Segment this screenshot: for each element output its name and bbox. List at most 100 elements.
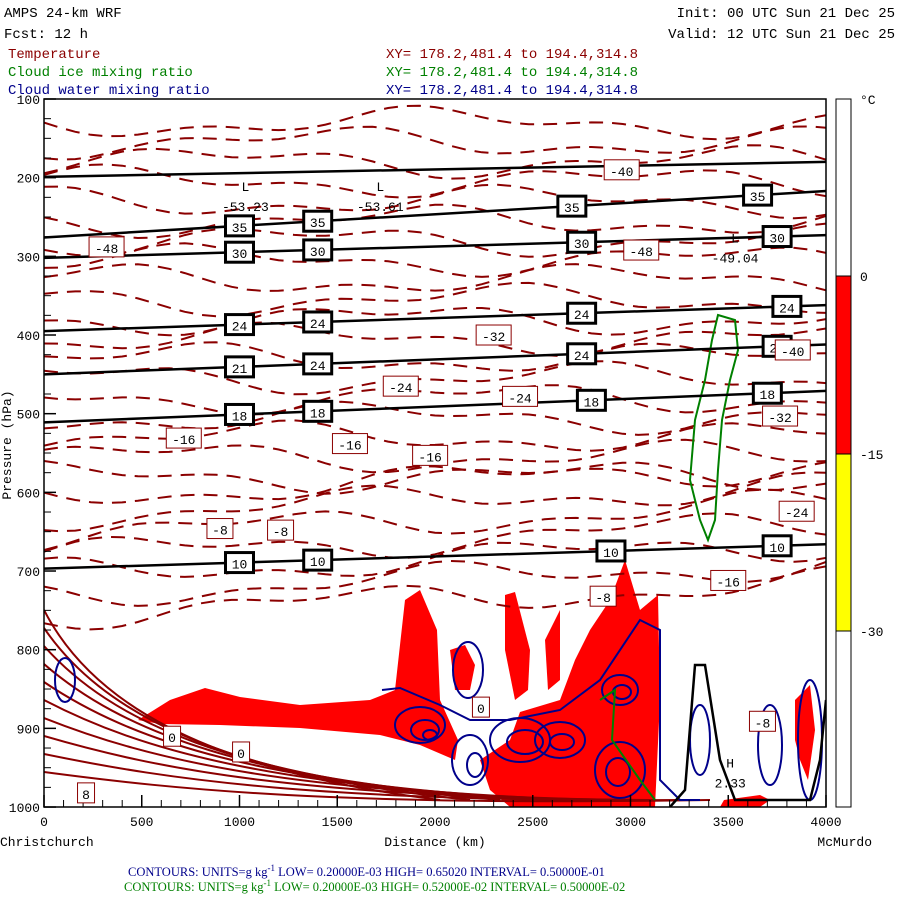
y-tick-label: 900: [17, 722, 40, 737]
x-tick-label: 1500: [322, 815, 353, 830]
isoline-label: 10: [595, 539, 627, 563]
temperature-label: -8: [273, 525, 289, 540]
temperature-label: -48: [630, 245, 653, 260]
valid-time: Valid: 12 UTC Sun 21 Dec 25: [668, 27, 895, 43]
x-tick-label: 1000: [224, 815, 255, 830]
isoline-label-text: 30: [232, 247, 248, 262]
isoline-5: [44, 389, 826, 424]
isoline-label-text: 24: [779, 301, 795, 316]
xy-temperature: XY= 178.2,481.4 to 194.4,314.8: [386, 47, 638, 63]
extremum-h-marker: H: [726, 756, 734, 771]
temperature-label: -24: [389, 381, 413, 396]
temperature-label: -24: [508, 391, 532, 406]
x-tick-label: 3500: [713, 815, 744, 830]
isoline-label: 21: [224, 355, 255, 379]
isoline-label-text: 10: [769, 541, 785, 556]
isoline-label-text: 30: [769, 232, 785, 247]
temperature-label: -48: [95, 242, 118, 257]
temperature-label: -32: [768, 411, 791, 426]
x-tick-label: 3000: [615, 815, 646, 830]
isoline-label: 35: [742, 183, 774, 207]
temperature-label: -8: [595, 591, 611, 606]
y-tick-label: 1000: [9, 801, 40, 816]
isoline-label-text: 18: [310, 406, 326, 421]
isoline-label-text: 18: [760, 388, 776, 403]
isoline-label: 10: [224, 551, 255, 575]
isoline-label-text: 24: [232, 320, 248, 335]
x-tick-label: 4000: [810, 815, 841, 830]
cross-section-chart: AMPS 24-km WRF Fcst: 12 h Init: 00 UTC S…: [0, 6, 895, 894]
temperature-label: -40: [610, 165, 633, 180]
field-temperature: Temperature: [8, 47, 100, 63]
isoline-label: 24: [302, 352, 334, 376]
isoline-label-text: 10: [603, 546, 619, 561]
extremum-value: -53.23: [222, 200, 269, 215]
temperature-label: 0: [477, 702, 485, 717]
colorbar-label-minus15: -15: [860, 448, 883, 463]
y-tick-label: 100: [17, 93, 40, 108]
temperature-label: -8: [755, 716, 771, 731]
xy-cloud-water: XY= 178.2,481.4 to 194.4,314.8: [386, 83, 638, 99]
cloud-temperature-fill: [138, 590, 458, 760]
y-tick-label: 700: [17, 565, 40, 580]
extremum-l-marker: L: [731, 232, 739, 247]
temperature-label: -40: [781, 345, 804, 360]
temperature-contour-dashed: [44, 242, 826, 278]
x-tick-label: 2500: [517, 815, 548, 830]
temperature-label: -16: [418, 450, 441, 465]
x-left-endpoint: Christchurch: [0, 835, 94, 850]
x-axis-label: Distance (km): [384, 835, 485, 850]
extremum-value: 2.33: [715, 776, 746, 791]
temperature-contour-dashed: [44, 263, 826, 292]
temperature-label: -24: [785, 506, 809, 521]
field-cloud-ice: Cloud ice mixing ratio: [8, 65, 193, 81]
isoline-label-text: 30: [310, 245, 326, 260]
x-tick-label: 0: [40, 815, 48, 830]
temperature-label: -16: [717, 575, 740, 590]
y-tick-label: 800: [17, 644, 40, 659]
isoline-label-text: 10: [310, 555, 326, 570]
extremum-l-marker: L: [376, 180, 384, 195]
isoline-label-text: 24: [310, 317, 326, 332]
temperature-contour-dashed: [44, 384, 826, 416]
x-tick-label: 500: [130, 815, 153, 830]
isoline-label: 24: [771, 294, 803, 318]
isoline-label-text: 24: [574, 349, 590, 364]
colorbar-unit: °C: [860, 93, 876, 108]
cloud-water-contour: [466, 752, 484, 778]
x-tick-label: 2000: [419, 815, 450, 830]
colorbar: °C 0 -15 -30: [835, 93, 883, 808]
cloud-temperature-fill: [545, 610, 560, 690]
temperature-label: -16: [172, 433, 195, 448]
extremum-l-marker: L: [241, 180, 249, 195]
temperature-contour-dashed: [44, 559, 826, 607]
y-tick-label: 600: [17, 486, 40, 501]
isoline-label-text: 35: [564, 201, 580, 216]
footer-cloud-water: CONTOURS: UNITS=g kg-1 LOW= 0.20000E-03 …: [128, 863, 605, 879]
y-tick-label: 200: [17, 172, 40, 187]
isoline-label: 10: [761, 534, 793, 558]
isoline-label: 30: [224, 240, 255, 264]
y-tick-label: 500: [17, 408, 40, 423]
x-right-endpoint: McMurdo: [817, 835, 872, 850]
init-time: Init: 00 UTC Sun 21 Dec 25: [677, 6, 895, 22]
isoline-label: 24: [566, 342, 598, 366]
extremum-value: -49.04: [712, 252, 759, 267]
isoline-label: 18: [751, 381, 783, 405]
temperature-contour-dashed: [44, 222, 826, 258]
temperature-label: -16: [338, 439, 361, 454]
isoline-label: 18: [575, 388, 607, 412]
y-axis-label: Pressure (hPa): [0, 390, 15, 499]
isoline-label: 24: [224, 313, 255, 337]
colorbar-band-yellow: [835, 453, 852, 632]
isoline-label: 35: [224, 214, 255, 238]
isoline-label-text: 24: [574, 308, 590, 323]
forecast-hour: Fcst: 12 h: [4, 27, 88, 43]
isoline-0: [44, 160, 826, 179]
isoline-label-text: 18: [584, 395, 600, 410]
colorbar-label-0: 0: [860, 270, 868, 285]
temperature-label: -32: [482, 330, 505, 345]
isoline-label-text: 35: [232, 221, 248, 236]
isoline-3: [44, 303, 826, 333]
temperature-contour-dashed: [44, 360, 826, 396]
